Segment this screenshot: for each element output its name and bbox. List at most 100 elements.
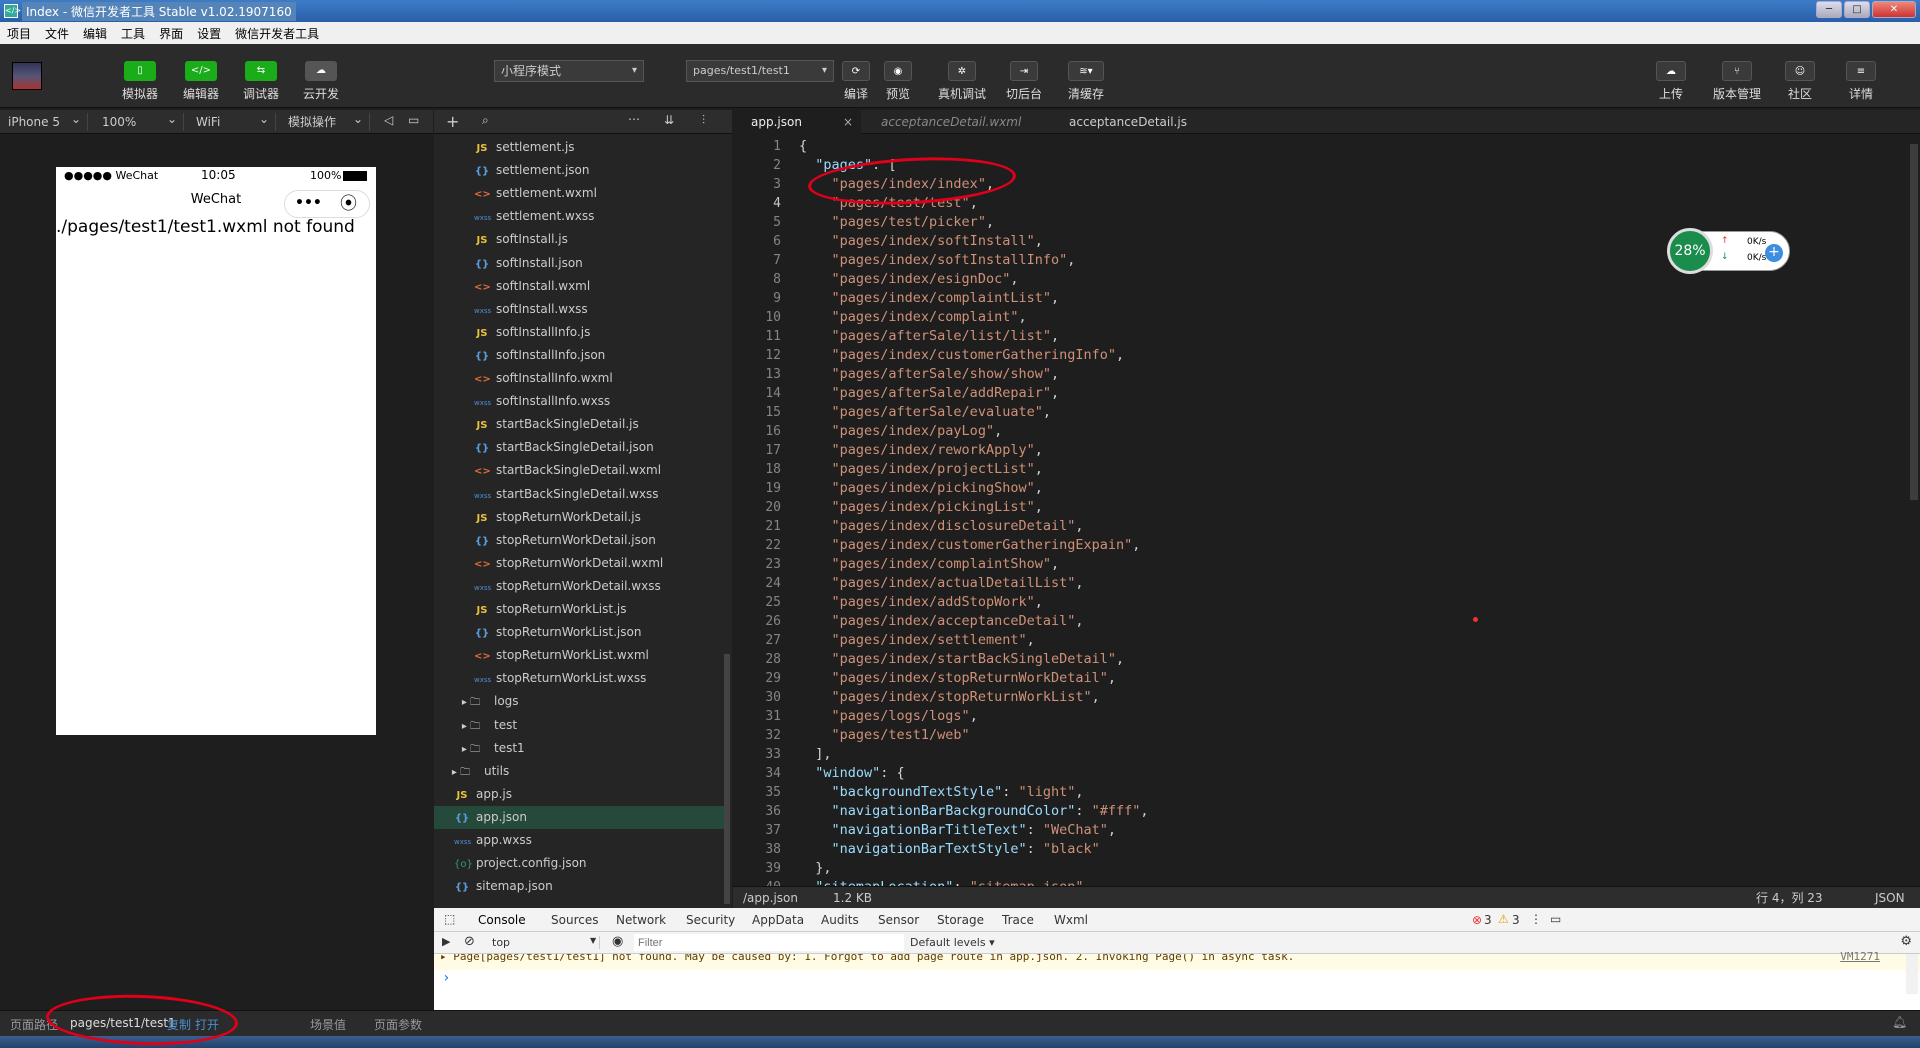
code-line[interactable]: "pages/index/pickingShow", — [799, 479, 1149, 498]
file-item[interactable]: {} sitemap.json — [434, 875, 724, 898]
file-item[interactable]: JS softInstallInfo.js — [434, 321, 724, 344]
folder-item[interactable]: ▸ 🗀 logs — [434, 690, 724, 713]
tab-security[interactable]: Security — [686, 908, 735, 932]
inspect-icon[interactable]: ⬚ — [444, 912, 455, 926]
tab-app-json[interactable]: app.json × — [733, 110, 861, 134]
layout-icon[interactable]: ⫶ — [702, 113, 705, 128]
file-item[interactable]: <> stopReturnWorkDetail.wxml — [434, 552, 724, 575]
console-warning-line[interactable]: ▸ Page[pages/test1/test1] not found. May… — [434, 951, 1920, 970]
code-line[interactable]: }, — [799, 859, 1149, 878]
clear-console-icon[interactable]: ⊘ — [464, 934, 475, 949]
file-item[interactable]: JS stopReturnWorkList.js — [434, 598, 724, 621]
file-item[interactable]: wxss startBackSingleDetail.wxss — [434, 483, 724, 506]
file-item[interactable]: JS startBackSingleDetail.js — [434, 413, 724, 436]
code-line[interactable]: "pages/afterSale/addRepair", — [799, 384, 1149, 403]
code-line[interactable]: "pages/index/actualDetailList", — [799, 574, 1149, 593]
code-line[interactable]: "pages/test/picker", — [799, 213, 1149, 232]
upload-button[interactable]: ☁ 上传 — [1656, 61, 1686, 102]
code-line[interactable]: "pages/afterSale/show/show", — [799, 365, 1149, 384]
language-mode[interactable]: JSON — [1875, 887, 1905, 909]
file-item[interactable]: wxss stopReturnWorkList.wxss — [434, 667, 724, 690]
code-line[interactable]: "backgroundTextStyle": "light", — [799, 783, 1149, 802]
file-item[interactable]: <> startBackSingleDetail.wxml — [434, 459, 724, 482]
levels-select[interactable]: Default levels ▾ — [910, 936, 995, 949]
debugger-button[interactable]: ⇆ 调试器 — [243, 61, 279, 102]
warning-count[interactable]: 3 — [1512, 913, 1520, 927]
tab-sensor[interactable]: Sensor — [878, 908, 919, 932]
volume-icon[interactable]: ◁ — [384, 113, 393, 127]
code-line[interactable]: "pages/index/customerGatheringInfo", — [799, 346, 1149, 365]
editor-scrollbar[interactable] — [1908, 134, 1920, 886]
code-line[interactable]: "pages/index/softInstall", — [799, 232, 1149, 251]
file-item[interactable]: {} softInstallInfo.json — [434, 344, 724, 367]
gear-icon[interactable]: ⚙ — [1900, 934, 1912, 949]
code-line[interactable]: "pages/test1/web" — [799, 726, 1149, 745]
file-item[interactable]: wxss softInstallInfo.wxss — [434, 390, 724, 413]
console-prompt[interactable]: › — [434, 970, 1920, 986]
file-item[interactable]: <> settlement.wxml — [434, 182, 724, 205]
code-line[interactable]: "pages/index/projectList", — [799, 460, 1149, 479]
page-params-label[interactable]: 页面参数 — [374, 1016, 422, 1033]
collapse-icon[interactable]: ⇊ — [664, 113, 674, 127]
menu-settings[interactable]: 设置 — [190, 25, 228, 42]
cloud-dev-button[interactable]: ☁ 云开发 — [303, 61, 339, 102]
context-select[interactable]: top — [490, 936, 600, 949]
code-line[interactable]: "pages/index/acceptanceDetail", — [799, 612, 1149, 631]
file-item[interactable]: {} settlement.json — [434, 159, 724, 182]
search-icon[interactable]: ⌕ — [482, 113, 489, 128]
popout-icon[interactable]: ▭ — [408, 113, 419, 127]
menu-file[interactable]: 文件 — [38, 25, 76, 42]
code-line[interactable]: ], — [799, 745, 1149, 764]
menu-wechat-devtools[interactable]: 微信开发者工具 — [228, 25, 326, 42]
network-speed-widget[interactable]: 28% 0K/s 0K/s ↑ ↓ + — [1667, 228, 1790, 274]
code-line[interactable]: "pages/afterSale/evaluate", — [799, 403, 1149, 422]
menu-tools[interactable]: 工具 — [114, 25, 152, 42]
code-line[interactable]: "pages/index/pickingList", — [799, 498, 1149, 517]
file-item[interactable]: <> softInstallInfo.wxml — [434, 367, 724, 390]
tab-acceptance-wxml[interactable]: acceptanceDetail.wxml — [863, 110, 1039, 134]
more-icon[interactable]: ⋯ — [628, 112, 640, 126]
code-line[interactable]: "window": { — [799, 764, 1149, 783]
code-line[interactable]: "navigationBarTitleText": "WeChat", — [799, 821, 1149, 840]
file-item[interactable]: JS softInstall.js — [434, 228, 724, 251]
file-item[interactable]: JS app.js — [434, 783, 724, 806]
code-line[interactable]: "navigationBarBackgroundColor": "#fff", — [799, 802, 1149, 821]
code-line[interactable]: "pages/index/softInstallInfo", — [799, 251, 1149, 270]
console-scrollbar[interactable] — [1906, 954, 1918, 994]
network-select[interactable]: WiFi — [188, 110, 276, 131]
editor-button[interactable]: </> 编辑器 — [183, 61, 219, 102]
code-line[interactable]: "pages/index/customerGatheringExpain", — [799, 536, 1149, 555]
code-line[interactable]: "pages/index/reworkApply", — [799, 441, 1149, 460]
cursor-position[interactable]: 行 4，列 23 — [1756, 887, 1823, 909]
sidebar-toggle-icon[interactable]: ▶ — [442, 935, 450, 948]
code-line[interactable]: "pages/index/disclosureDetail", — [799, 517, 1149, 536]
file-item[interactable]: wxss settlement.wxss — [434, 205, 724, 228]
code-line[interactable]: "pages/index/esignDoc", — [799, 270, 1149, 289]
minimize-button[interactable]: ─ — [1816, 1, 1842, 18]
file-item[interactable]: {} startBackSingleDetail.json — [434, 436, 724, 459]
background-button[interactable]: ⇥ 切后台 — [1006, 61, 1042, 102]
tab-console[interactable]: Console — [472, 908, 532, 934]
file-item[interactable]: wxss softInstall.wxss — [434, 298, 724, 321]
maximize-button[interactable]: □ — [1844, 1, 1870, 18]
file-item[interactable]: {} app.json — [434, 805, 724, 829]
file-item[interactable]: wxss app.wxss — [434, 829, 724, 852]
code-content[interactable]: { "pages": [ "pages/index/index", "pages… — [799, 137, 1149, 886]
code-line[interactable]: "pages/index/stopReturnWorkDetail", — [799, 669, 1149, 688]
tab-network[interactable]: Network — [616, 908, 666, 932]
tab-audits[interactable]: Audits — [821, 908, 859, 932]
close-target-icon[interactable]: ⦿ — [340, 190, 357, 218]
folder-item[interactable]: ▸ 🗀 test1 — [434, 737, 724, 760]
device-select[interactable]: iPhone 5 — [0, 110, 88, 131]
code-line[interactable]: "pages/index/startBackSingleDetail", — [799, 650, 1149, 669]
file-item[interactable]: JS stopReturnWorkDetail.js — [434, 506, 724, 529]
preview-button[interactable]: ◉ 预览 — [884, 61, 912, 102]
details-button[interactable]: ≡ 详情 — [1846, 61, 1876, 102]
code-line[interactable]: "pages/afterSale/list/list", — [799, 327, 1149, 346]
filetree-scrollbar[interactable] — [724, 654, 730, 904]
scene-label[interactable]: 场景值 — [310, 1016, 346, 1033]
code-line[interactable]: "pages/index/stopReturnWorkList", — [799, 688, 1149, 707]
tab-appdata[interactable]: AppData — [752, 908, 804, 932]
menu-view[interactable]: 界面 — [152, 25, 190, 42]
file-item[interactable]: {} softInstall.json — [434, 252, 724, 275]
